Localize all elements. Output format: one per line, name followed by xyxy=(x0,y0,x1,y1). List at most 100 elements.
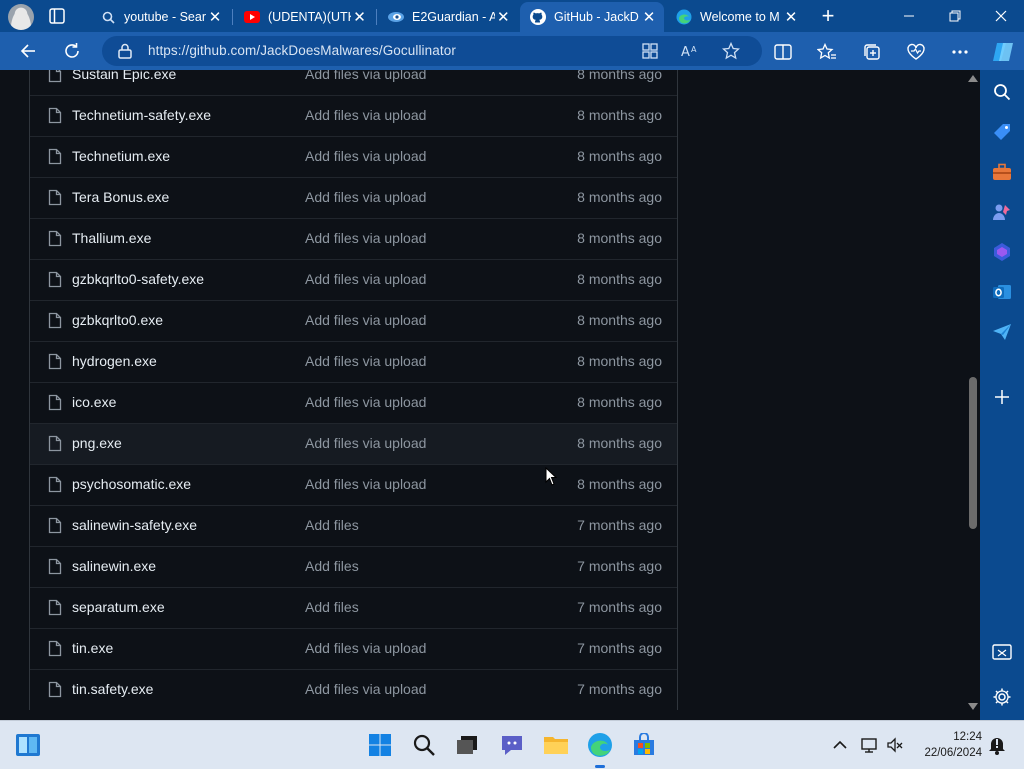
hide-sidebar-icon[interactable] xyxy=(991,642,1013,664)
split-screen-icon[interactable] xyxy=(772,41,794,63)
file-name-link[interactable]: gzbkqrlto0-safety.exe xyxy=(72,271,204,287)
teams-chat-icon[interactable] xyxy=(499,732,525,758)
read-aloud-icon[interactable]: AA xyxy=(680,41,700,61)
copilot-icon[interactable] xyxy=(990,39,1016,65)
file-name-link[interactable]: gzbkqrlto0.exe xyxy=(72,312,163,328)
minimize-button[interactable] xyxy=(886,0,932,32)
file-row[interactable]: Thallium.exe Add files via upload 8 months… xyxy=(30,218,677,259)
outlook-icon[interactable] xyxy=(991,281,1013,303)
scroll-up-arrow[interactable] xyxy=(968,75,978,82)
microsoft-365-icon[interactable] xyxy=(991,241,1013,263)
file-row[interactable]: salinewin.exe Add files 7 months ago xyxy=(30,546,677,587)
app-available-icon[interactable] xyxy=(640,41,660,61)
page-scrollbar[interactable] xyxy=(966,70,980,716)
commit-message-link[interactable]: Add files via upload xyxy=(305,353,426,369)
commit-message-link[interactable]: Add files via upload xyxy=(305,476,426,492)
file-row[interactable]: gzbkqrlto0-safety.exe Add files via uploa… xyxy=(30,259,677,300)
file-name-link[interactable]: Technetium-safety.exe xyxy=(72,107,211,123)
new-tab-button[interactable]: + xyxy=(814,3,842,28)
file-name-link[interactable]: Sustain Epic.exe xyxy=(72,70,176,82)
games-icon[interactable] xyxy=(991,201,1013,223)
browser-essentials-icon[interactable] xyxy=(905,41,927,63)
commit-message-link[interactable]: Add files via upload xyxy=(305,312,426,328)
file-row[interactable]: tin.safety.exe Add files via upload 7 mont… xyxy=(30,669,677,710)
address-bar[interactable]: https://github.com/JackDoesMalwares/Gocu… xyxy=(102,36,762,66)
file-name-link[interactable]: psychosomatic.exe xyxy=(72,476,191,492)
close-tab-icon[interactable]: ✕ xyxy=(351,8,368,26)
commit-message-link[interactable]: Add files via upload xyxy=(305,681,426,697)
more-menu-icon[interactable] xyxy=(949,41,971,63)
commit-message-link[interactable]: Add files via upload xyxy=(305,70,426,82)
file-row[interactable]: png.exe Add files via upload 8 months ago xyxy=(30,423,677,464)
commit-message-link[interactable]: Add files xyxy=(305,599,359,615)
tools-briefcase-icon[interactable] xyxy=(991,161,1013,183)
commit-message-link[interactable]: Add files via upload xyxy=(305,394,426,410)
shopping-tag-icon[interactable] xyxy=(991,121,1013,143)
file-row[interactable]: separatum.exe Add files 7 months ago xyxy=(30,587,677,628)
file-row[interactable]: Technetium-safety.exe Add files via uploa… xyxy=(30,95,677,136)
commit-message-link[interactable]: Add files via upload xyxy=(305,189,426,205)
close-window-button[interactable] xyxy=(978,0,1024,32)
file-name-link[interactable]: Thallium.exe xyxy=(72,230,151,246)
commit-message-link[interactable]: Add files via upload xyxy=(305,230,426,246)
file-name-link[interactable]: hydrogen.exe xyxy=(72,353,157,369)
profile-avatar[interactable] xyxy=(8,4,34,30)
tab-e2guardian[interactable]: E2Guardian - A ✕ xyxy=(378,2,518,32)
file-row[interactable]: psychosomatic.exe Add files via upload 8 m… xyxy=(30,464,677,505)
close-tab-icon[interactable]: ✕ xyxy=(206,8,224,26)
search-icon[interactable] xyxy=(991,81,1013,103)
lock-icon[interactable] xyxy=(118,43,132,59)
commit-message-link[interactable]: Add files via upload xyxy=(305,107,426,123)
sidebar-settings-gear-icon[interactable] xyxy=(991,686,1013,708)
file-row[interactable]: hydrogen.exe Add files via upload 8 months… xyxy=(30,341,677,382)
file-name-link[interactable]: tin.safety.exe xyxy=(72,681,153,697)
close-tab-icon[interactable]: ✕ xyxy=(495,8,512,26)
commit-message-link[interactable]: Add files via upload xyxy=(305,640,426,656)
refresh-button[interactable] xyxy=(58,38,86,64)
taskbar-search-icon[interactable] xyxy=(411,732,437,758)
file-row[interactable]: ico.exe Add files via upload 8 months ago xyxy=(30,382,677,423)
tab-welcome-edge[interactable]: Welcome to M ✕ xyxy=(666,2,806,32)
task-view-icon[interactable] xyxy=(454,732,480,758)
scrollbar-thumb[interactable] xyxy=(969,377,977,529)
file-name-link[interactable]: tin.exe xyxy=(72,640,113,656)
restore-button[interactable] xyxy=(932,0,978,32)
file-explorer-icon[interactable] xyxy=(543,732,569,758)
commit-message-link[interactable]: Add files xyxy=(305,558,359,574)
tab-youtube-search[interactable]: youtube - Sear ✕ xyxy=(90,2,230,32)
file-name-link[interactable]: separatum.exe xyxy=(72,599,165,615)
drop-send-icon[interactable] xyxy=(991,321,1013,343)
back-button[interactable] xyxy=(14,38,42,64)
file-row[interactable]: Tera Bonus.exe Add files via upload 8 mont… xyxy=(30,177,677,218)
scroll-down-arrow[interactable] xyxy=(968,703,978,710)
commit-message-link[interactable]: Add files via upload xyxy=(305,148,426,164)
show-hidden-icons-chevron-icon[interactable] xyxy=(830,732,850,758)
tab-youtube-video[interactable]: (UDENTA)(UTK ✕ xyxy=(234,2,374,32)
file-name-link[interactable]: salinewin-safety.exe xyxy=(72,517,197,533)
notification-bell-icon[interactable] xyxy=(986,732,1008,758)
close-tab-icon[interactable]: ✕ xyxy=(640,8,658,26)
volume-muted-icon[interactable] xyxy=(884,732,906,758)
tab-actions-icon[interactable] xyxy=(48,7,66,25)
file-row[interactable]: salinewin-safety.exe Add files 7 months ag… xyxy=(30,505,677,546)
commit-message-link[interactable]: Add files xyxy=(305,517,359,533)
commit-message-link[interactable]: Add files via upload xyxy=(305,271,426,287)
file-name-link[interactable]: png.exe xyxy=(72,435,122,451)
taskbar-clock[interactable]: 12:24 22/06/2024 xyxy=(912,729,982,761)
widgets-icon[interactable] xyxy=(15,732,41,758)
file-row[interactable]: Sustain Epic.exe Add files via upload 8 mo… xyxy=(30,70,677,95)
add-sidebar-app-icon[interactable] xyxy=(991,386,1013,408)
microsoft-store-icon[interactable] xyxy=(631,732,657,758)
file-name-link[interactable]: Tera Bonus.exe xyxy=(72,189,169,205)
close-tab-icon[interactable]: ✕ xyxy=(782,8,800,26)
file-name-link[interactable]: ico.exe xyxy=(72,394,116,410)
commit-message-link[interactable]: Add files via upload xyxy=(305,435,426,451)
file-name-link[interactable]: salinewin.exe xyxy=(72,558,156,574)
file-row[interactable]: Technetium.exe Add files via upload 8 mont… xyxy=(30,136,677,177)
file-name-link[interactable]: Technetium.exe xyxy=(72,148,170,164)
edge-taskbar-icon[interactable] xyxy=(587,732,613,758)
network-icon[interactable] xyxy=(858,732,880,758)
favorite-star-icon[interactable] xyxy=(721,41,741,61)
file-row[interactable]: gzbkqrlto0.exe Add files via upload 8 mont… xyxy=(30,300,677,341)
start-windows-icon[interactable] xyxy=(367,732,393,758)
